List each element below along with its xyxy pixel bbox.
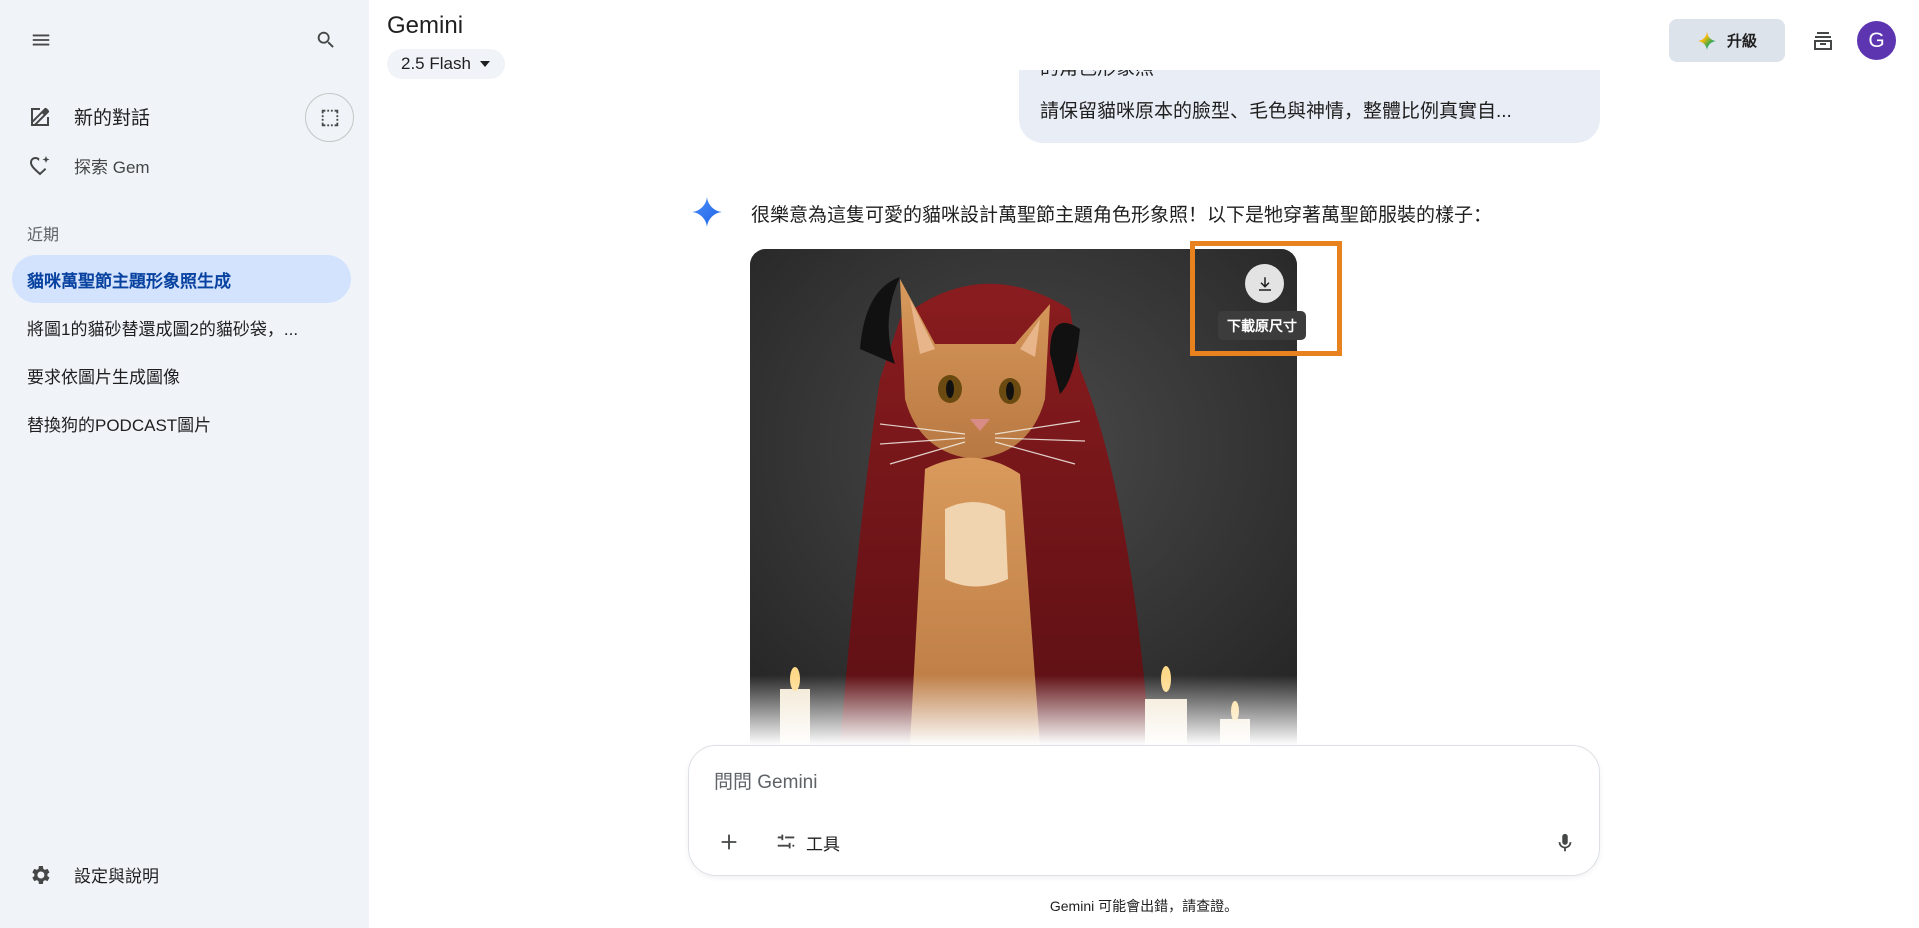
sidebar-chat-item[interactable]: 將圖1的貓砂替還成圖2的貓砂袋，... bbox=[12, 303, 351, 351]
gem-sparkle-icon bbox=[30, 155, 50, 175]
settings-help-label: 設定與說明 bbox=[74, 867, 159, 886]
model-selector[interactable]: 2.5 Flash bbox=[387, 49, 505, 79]
new-chat-button[interactable]: 新的對話 bbox=[28, 103, 150, 130]
caret-down-icon bbox=[479, 61, 490, 67]
upgrade-button[interactable]: 升級 bbox=[1669, 19, 1785, 62]
menu-icon[interactable] bbox=[17, 16, 65, 64]
activity-stack-button[interactable] bbox=[1801, 19, 1845, 63]
gear-icon bbox=[32, 865, 50, 884]
image-fade-overlay bbox=[750, 675, 1297, 745]
app-title: Gemini bbox=[387, 12, 464, 39]
prompt-input-box: 工具 bbox=[688, 745, 1600, 876]
sidebar-chat-item[interactable]: 要求依圖片生成圖像 bbox=[12, 351, 351, 399]
gemini-sparkle-icon bbox=[1697, 31, 1717, 50]
upgrade-label: 升級 bbox=[1726, 33, 1757, 50]
user-message-bubble: 的角色形象照 請保留貓咪原本的臉型、毛色與神情，整體比例真實自... bbox=[1019, 70, 1600, 143]
sidebar-chat-item[interactable]: 貓咪萬聖節主題形象照生成 bbox=[12, 255, 351, 303]
explore-gem-button[interactable]: 探索 Gem bbox=[28, 153, 150, 178]
stack-icon bbox=[1814, 32, 1832, 50]
explore-gem-label: 探索 Gem bbox=[74, 158, 150, 177]
microphone-button[interactable] bbox=[1545, 823, 1585, 863]
edit-icon bbox=[31, 107, 49, 126]
download-icon bbox=[1258, 276, 1271, 291]
user-message-partial: 的角色形象照 bbox=[1040, 70, 1154, 81]
tools-button[interactable]: 工具 bbox=[765, 824, 850, 860]
plus-icon bbox=[721, 834, 737, 850]
response-text: 很樂意為這隻可愛的貓咪設計萬聖節主題角色形象照！以下是牠穿著萬聖節服裝的樣子： bbox=[751, 205, 1493, 226]
new-chat-label: 新的對話 bbox=[74, 108, 151, 129]
dashed-square-icon bbox=[321, 109, 338, 126]
sidebar: 新的對話 探索 Gem 近期 貓咪萬聖節主題形象照生成 將圖1的貓砂替還成圖2的… bbox=[0, 0, 369, 928]
tools-sliders-icon bbox=[777, 834, 795, 849]
microphone-icon bbox=[1558, 833, 1572, 852]
disclaimer-text: Gemini 可能會出錯，請查證。 bbox=[1049, 898, 1239, 914]
gemini-logo-icon bbox=[692, 197, 722, 227]
temporary-chat-button[interactable] bbox=[305, 93, 354, 142]
download-button[interactable] bbox=[1245, 264, 1284, 303]
recent-heading: 近期 bbox=[27, 227, 60, 244]
tools-label: 工具 bbox=[806, 834, 840, 854]
search-icon[interactable] bbox=[302, 16, 350, 64]
sidebar-chat-item[interactable]: 替換狗的PODCAST圖片 bbox=[12, 399, 351, 447]
model-name: 2.5 Flash bbox=[401, 54, 471, 73]
settings-help-button[interactable]: 設定與說明 bbox=[28, 862, 159, 887]
user-message-text: 請保留貓咪原本的臉型、毛色與神情，整體比例真實自... bbox=[1040, 101, 1512, 122]
download-tooltip: 下載原尺寸 bbox=[1218, 311, 1306, 340]
prompt-input[interactable] bbox=[714, 768, 1554, 798]
avatar[interactable]: G bbox=[1857, 21, 1896, 60]
add-attachment-button[interactable] bbox=[709, 822, 749, 862]
